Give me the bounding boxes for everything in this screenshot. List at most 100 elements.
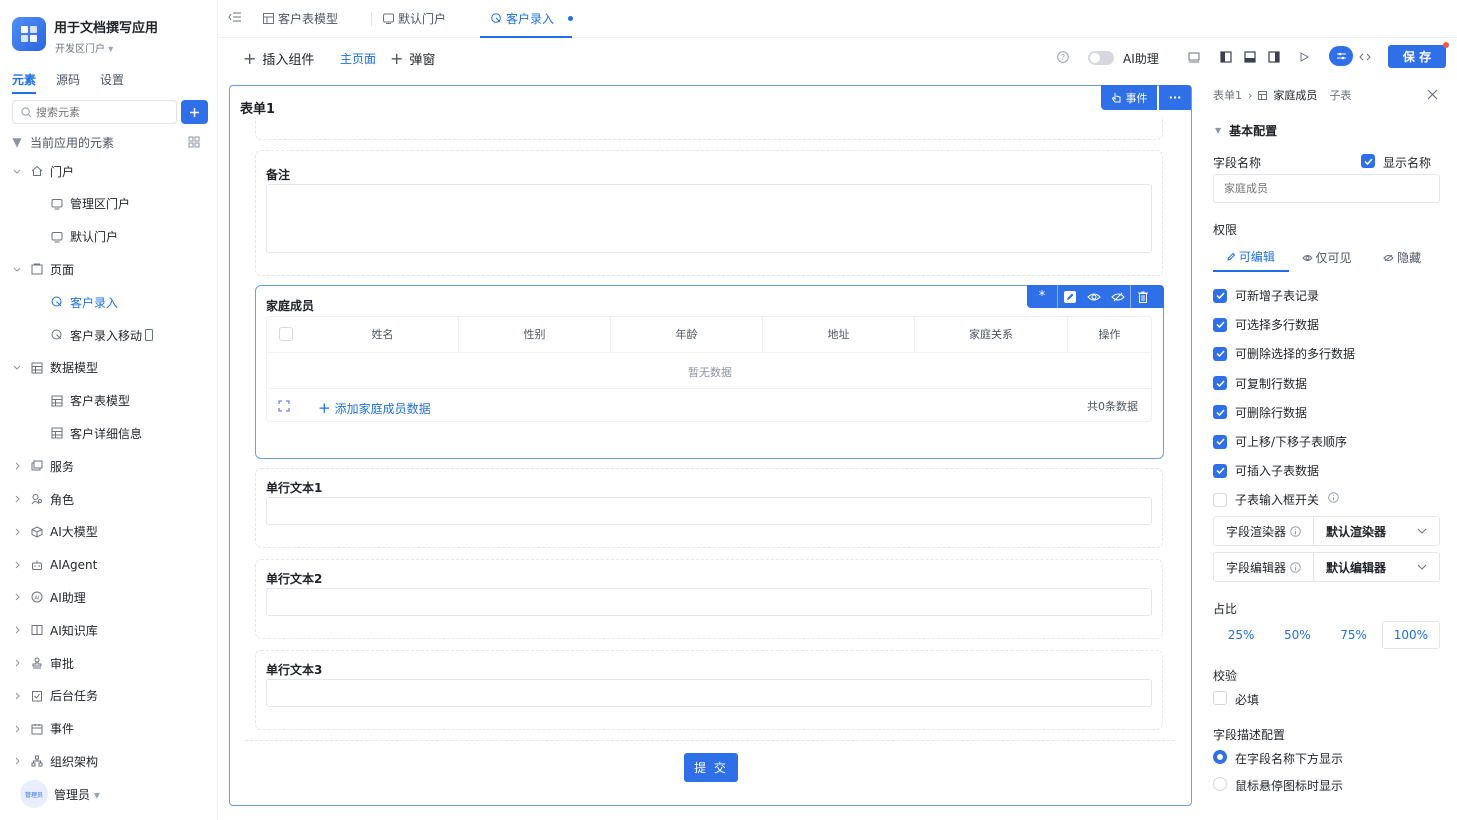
option-checkbox[interactable] — [1213, 376, 1227, 391]
chevron-down-icon[interactable] — [12, 365, 22, 371]
ai-toggle[interactable] — [1088, 51, 1114, 65]
select-all-checkbox[interactable] — [279, 327, 293, 341]
option-row[interactable]: 可复制行数据 — [1213, 375, 1307, 392]
avatar[interactable]: 管理员 — [20, 780, 48, 808]
tab-customer-entry[interactable]: 客户录入 — [491, 10, 574, 27]
chevron-right-icon[interactable] — [12, 626, 22, 634]
layout-split-icon[interactable] — [1188, 51, 1200, 63]
chevron-right-icon[interactable] — [12, 757, 22, 765]
chevron-right-icon[interactable] — [12, 495, 22, 503]
popup-button[interactable]: + 弹窗 — [390, 49, 435, 68]
tree-item[interactable]: 客户录入 — [50, 291, 118, 313]
section-basic-config[interactable]: ▼ 基本配置 — [1215, 122, 1277, 139]
tree-item[interactable]: AI AI助理 — [12, 586, 86, 608]
editor-select[interactable]: 字段编辑器 默认编辑器 — [1213, 552, 1440, 582]
tab-default-portal[interactable]: 默认门户 — [383, 10, 446, 27]
submit-button[interactable]: 提 交 — [684, 753, 738, 782]
event-button[interactable]: 事件 — [1101, 85, 1157, 110]
tree-item[interactable]: 客户详细信息 — [50, 422, 142, 444]
edit-icon[interactable] — [1058, 290, 1082, 304]
required-checkbox[interactable] — [1213, 691, 1227, 705]
chevron-right-icon[interactable] — [12, 561, 22, 569]
perm-tab-editable[interactable]: 可编辑 — [1213, 243, 1289, 272]
portal-switcher[interactable]: 开发区门户 ▾ — [55, 40, 113, 55]
text1-input[interactable] — [266, 497, 1152, 525]
save-button[interactable]: 保 存 — [1388, 45, 1446, 68]
breadcrumb-item[interactable]: 表单1 — [1213, 87, 1242, 103]
ratio-50[interactable]: 50% — [1269, 621, 1325, 649]
asterisk-icon[interactable]: * — [1027, 289, 1057, 304]
option-row[interactable]: 可选择多行数据 — [1213, 316, 1319, 333]
remark-textarea[interactable] — [266, 184, 1152, 253]
option-row[interactable]: 子表输入框开关 — [1213, 491, 1319, 508]
tree-item[interactable]: 管理区门户 — [50, 193, 130, 215]
chevron-right-icon[interactable] — [12, 659, 22, 667]
perm-tab-readonly[interactable]: 仅可见 — [1289, 243, 1365, 272]
collapse-sidebar-icon[interactable] — [228, 11, 242, 23]
option-row[interactable]: 可删除行数据 — [1213, 404, 1307, 421]
desc-hover-radio[interactable] — [1213, 777, 1227, 791]
option-row[interactable]: 可删除选择的多行数据 — [1213, 345, 1355, 362]
tree-item[interactable]: AIAgent — [12, 554, 97, 576]
insert-component-button[interactable]: + 插入组件 — [243, 49, 314, 68]
tree-item[interactable]: 客户表模型 — [50, 390, 130, 412]
help-icon[interactable]: ? — [1057, 51, 1069, 63]
option-checkbox[interactable] — [1213, 317, 1227, 332]
fullscreen-icon[interactable] — [278, 400, 290, 412]
option-row[interactable]: 可插入子表数据 — [1213, 462, 1319, 479]
chevron-right-icon[interactable] — [12, 528, 22, 536]
ratio-25[interactable]: 25% — [1213, 621, 1269, 649]
tree-item[interactable]: 客户录入移动 — [50, 324, 154, 346]
renderer-select[interactable]: 字段渲染器 默认渲染器 — [1213, 516, 1440, 546]
chevron-down-icon[interactable] — [12, 169, 22, 174]
ratio-100[interactable]: 100% — [1381, 621, 1440, 649]
tree-item[interactable]: 事件 — [12, 718, 74, 740]
field-block-partial[interactable] — [255, 118, 1163, 140]
text2-input[interactable] — [266, 588, 1152, 616]
chevron-right-icon[interactable] — [12, 593, 22, 601]
desc-below-radio[interactable] — [1213, 750, 1227, 764]
chevron-right-icon[interactable] — [12, 725, 22, 733]
tree-item[interactable]: 门户 — [12, 160, 74, 182]
main-page-link[interactable]: 主页面 — [340, 50, 376, 67]
add-element-button[interactable] — [181, 100, 208, 124]
tree-item[interactable]: 审批 — [12, 652, 74, 674]
more-button[interactable]: ··· — [1159, 85, 1191, 110]
option-row[interactable]: 可上移/下移子表顺序 — [1213, 433, 1347, 450]
trash-icon[interactable] — [1131, 291, 1155, 303]
tree-item[interactable]: 数据模型 — [12, 357, 98, 379]
tab-elements[interactable]: 元素 — [12, 71, 37, 94]
search-input[interactable] — [36, 105, 166, 119]
layout-right-icon[interactable] — [1268, 51, 1280, 63]
tree-item[interactable]: 默认门户 — [50, 226, 118, 248]
option-checkbox[interactable] — [1213, 492, 1227, 507]
settings-toggle-button[interactable] — [1329, 46, 1353, 66]
chevron-right-icon[interactable] — [12, 692, 22, 700]
tree-item[interactable]: AI知识库 — [12, 619, 98, 641]
info-icon[interactable] — [1290, 525, 1301, 537]
tree-item[interactable]: 角色 — [12, 488, 74, 510]
tree-section-current-app[interactable]: ▼ 当前应用的元素 — [12, 131, 114, 153]
option-checkbox[interactable] — [1213, 434, 1227, 449]
tab-customer-model[interactable]: 客户表模型 — [263, 10, 338, 27]
tab-settings[interactable]: 设置 — [100, 71, 124, 94]
chevron-right-icon[interactable] — [12, 462, 22, 470]
tab-source[interactable]: 源码 — [56, 71, 80, 94]
option-checkbox[interactable] — [1213, 405, 1227, 420]
field-name-input[interactable] — [1213, 174, 1440, 203]
eye-icon[interactable] — [1082, 292, 1106, 302]
tree-item[interactable]: 服务 — [12, 455, 74, 477]
tree-item[interactable]: AI大模型 — [12, 521, 98, 543]
layout-toggle-icon[interactable] — [188, 136, 200, 148]
info-icon[interactable] — [1328, 492, 1339, 503]
perm-tab-hidden[interactable]: 隐藏 — [1364, 243, 1440, 272]
chevron-down-icon[interactable] — [12, 267, 22, 272]
info-icon[interactable] — [1290, 561, 1301, 573]
option-checkbox[interactable] — [1213, 463, 1227, 478]
option-checkbox[interactable] — [1213, 346, 1227, 361]
option-checkbox[interactable] — [1213, 288, 1227, 303]
text3-input[interactable] — [266, 679, 1152, 707]
add-row-button[interactable]: + 添加家庭成员数据 — [318, 399, 431, 417]
tree-item[interactable]: 组织架构 — [12, 750, 98, 772]
layout-bottom-icon[interactable] — [1244, 51, 1256, 63]
